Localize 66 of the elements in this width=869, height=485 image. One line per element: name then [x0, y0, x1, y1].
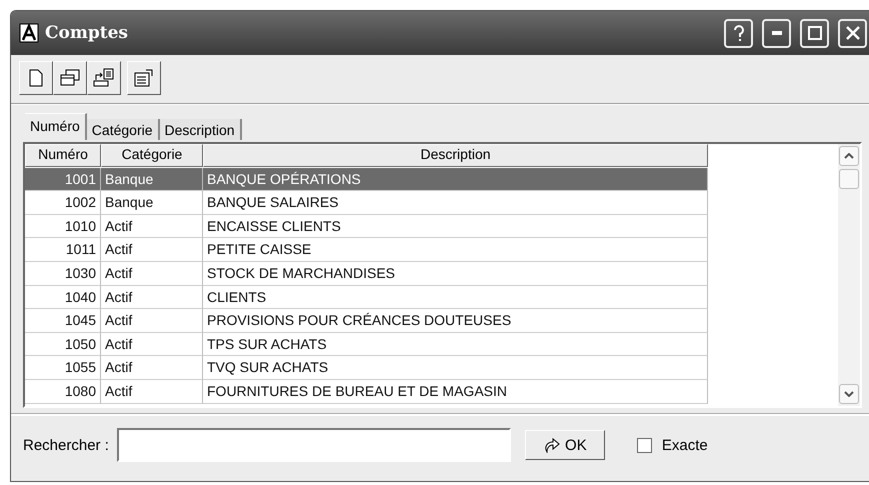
scroll-thumb[interactable]	[839, 169, 859, 189]
close-icon	[846, 26, 860, 40]
minimize-icon	[772, 31, 782, 35]
export-icon	[93, 68, 115, 88]
table-cell: Banque	[101, 191, 203, 215]
search-label: Rechercher :	[23, 436, 109, 454]
scroll-down-button[interactable]	[839, 384, 859, 404]
minimize-button[interactable]	[762, 18, 791, 48]
table-cell: BANQUE OPÉRATIONS	[203, 168, 708, 192]
help-icon	[732, 25, 744, 41]
table-cell: 1055	[25, 356, 101, 380]
table-cell: 1010	[25, 214, 101, 238]
table-cell: Banque	[101, 168, 203, 192]
table-cell: Actif	[101, 380, 203, 404]
help-button[interactable]	[724, 18, 753, 48]
tab[interactable]: Catégorie	[86, 119, 160, 140]
column-header[interactable]: Catégorie	[101, 144, 203, 167]
toolbar-button[interactable]	[127, 61, 161, 95]
table-cell: TVQ SUR ACHATS	[203, 356, 708, 380]
table-cell: Actif	[101, 356, 203, 380]
maximize-button[interactable]	[800, 18, 829, 48]
table-cell: Actif	[101, 262, 203, 286]
checkbox-label: Exacte	[662, 436, 708, 454]
table-cell: 1030	[25, 262, 101, 286]
chevron-down-icon	[844, 391, 854, 397]
column-header[interactable]: Numéro	[25, 144, 101, 167]
tab[interactable]: Description	[160, 119, 242, 140]
column-header[interactable]: Description	[203, 144, 708, 167]
document-icon	[29, 69, 43, 87]
app-icon	[19, 23, 39, 43]
table-cell: 1050	[25, 332, 101, 356]
toolbar-button[interactable]	[19, 61, 53, 95]
table-cell: Actif	[101, 332, 203, 356]
toolbar-button[interactable]	[87, 61, 121, 95]
table-cell: 1080	[25, 380, 101, 404]
scrollbar[interactable]	[838, 144, 860, 406]
table-cell: 1040	[25, 286, 101, 310]
ok-button[interactable]: OK	[524, 430, 605, 460]
table-cell: ENCAISSE CLIENTS	[203, 214, 708, 238]
table-cell: Actif	[101, 238, 203, 262]
table-cell: BANQUE SALAIRES	[203, 191, 708, 215]
table-cell: PROVISIONS POUR CRÉANCES DOUTEUSES	[203, 309, 708, 333]
maximize-icon	[808, 26, 822, 40]
table-cell: Actif	[101, 214, 203, 238]
table-cell: 1001	[25, 168, 101, 192]
tab[interactable]: Numéro	[25, 113, 87, 140]
table-cell: Actif	[101, 309, 203, 333]
table-cell: 1045	[25, 309, 101, 333]
properties-icon	[134, 69, 154, 87]
table-cell: FOURNITURES DE BUREAU ET DE MAGASIN	[203, 380, 708, 404]
table-cell: 1002	[25, 191, 101, 215]
toolbar-button[interactable]	[53, 61, 87, 95]
scroll-up-button[interactable]	[839, 146, 859, 166]
close-button[interactable]	[838, 18, 867, 48]
windows-icon	[60, 69, 80, 87]
exact-checkbox[interactable]	[636, 438, 652, 452]
chevron-up-icon	[844, 153, 854, 159]
table-cell: 1011	[25, 238, 101, 262]
table-cell: PETITE CAISSE	[203, 238, 708, 262]
search-field[interactable]	[116, 428, 511, 462]
redo-arrow-icon	[543, 437, 562, 453]
table-cell: STOCK DE MARCHANDISES	[203, 262, 708, 286]
table-cell: Actif	[101, 286, 203, 310]
window-title: Comptes	[45, 23, 129, 43]
table-cell: TPS SUR ACHATS	[203, 332, 708, 356]
table-cell: CLIENTS	[203, 286, 708, 310]
